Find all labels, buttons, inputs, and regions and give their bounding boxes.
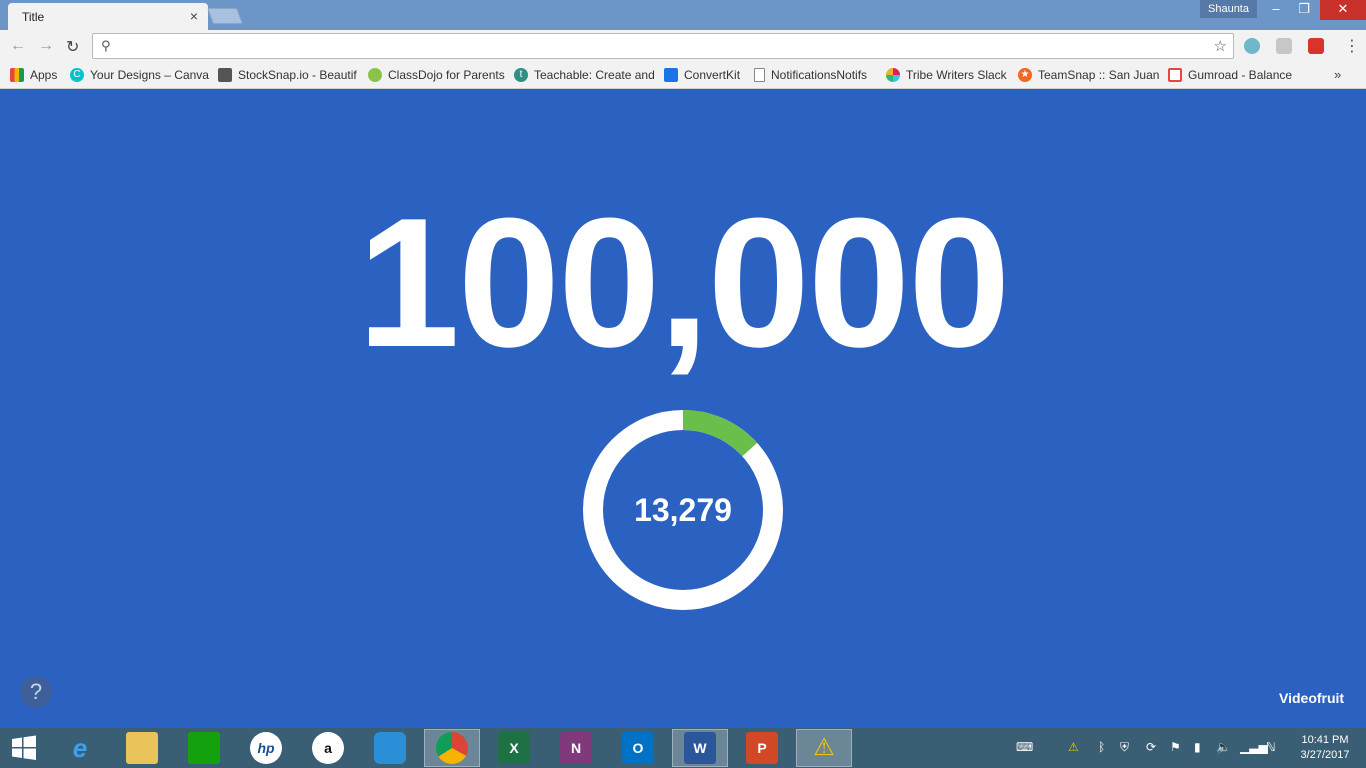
browser-toolbar: ← → ↻ ⚲ ☆ ⋮: [0, 30, 1366, 62]
bookmark-label: Tribe Writers Slack: [906, 68, 1007, 82]
bookmarks-bar: Apps C Your Designs – Canva StockSnap.io…: [0, 62, 1366, 89]
network-icon[interactable]: ▁▃▅: [1240, 740, 1268, 754]
bookmark-classdojo[interactable]: ClassDojo for Parents: [368, 68, 505, 82]
bookmark-notifications[interactable]: NotificationsNotifs: [754, 68, 867, 82]
input-method-icon[interactable]: ℕ: [1266, 740, 1276, 754]
new-tab-button[interactable]: [207, 8, 243, 24]
bookmark-teamsnap[interactable]: ★ TeamSnap :: San Juan: [1018, 68, 1159, 82]
internet-explorer-icon[interactable]: e: [64, 732, 96, 764]
search-icon: ⚲: [101, 38, 111, 53]
back-button[interactable]: ←: [10, 37, 26, 55]
file-explorer-icon[interactable]: [126, 732, 158, 764]
forward-button[interactable]: →: [38, 37, 54, 55]
browser-title-bar: Title × Shaunta – ❐ ✕: [0, 0, 1366, 30]
bookmark-label: Your Designs – Canva: [90, 68, 209, 82]
flag-icon[interactable]: ⚑: [1170, 740, 1181, 754]
bookmark-stocksnap[interactable]: StockSnap.io - Beautif: [218, 68, 357, 82]
battery-icon[interactable]: ▮: [1194, 740, 1201, 754]
help-button[interactable]: ?: [20, 676, 52, 708]
word-icon[interactable]: W: [684, 732, 716, 764]
classdojo-icon: [368, 68, 382, 82]
bookmark-label: StockSnap.io - Beautif: [238, 68, 357, 82]
browser-tab[interactable]: Title ×: [8, 3, 208, 30]
extension-check-icon[interactable]: [1308, 38, 1324, 54]
update-alert-icon[interactable]: ⚠: [1068, 740, 1079, 754]
bookmark-apps[interactable]: Apps: [10, 68, 57, 82]
warning-icon[interactable]: ⚠: [808, 732, 840, 764]
browser-menu-icon[interactable]: ⋮: [1344, 36, 1360, 56]
mail-icon: [664, 68, 678, 82]
windows-start-icon[interactable]: [8, 732, 40, 764]
close-window-button[interactable]: ✕: [1320, 0, 1366, 20]
bookmark-label: Teachable: Create and: [534, 68, 655, 82]
address-bar[interactable]: ⚲ ☆: [92, 33, 1234, 59]
bookmark-label: TeamSnap :: San Juan: [1038, 68, 1160, 82]
bookmark-star-icon[interactable]: ☆: [1214, 37, 1227, 55]
onenote-icon[interactable]: N: [560, 732, 592, 764]
security-icon[interactable]: ⛨: [1120, 740, 1129, 755]
extension-square-icon[interactable]: [1276, 38, 1292, 54]
windows-taskbar: e hp a X N O W P ⚠ ⌨ ⚠ ᛒ ⛨ ⟳ ⚑ ▮ 🔈 ▁▃▅ ℕ…: [0, 728, 1366, 768]
goal-number: 100,000: [357, 179, 1010, 385]
powerpoint-icon[interactable]: P: [746, 732, 778, 764]
bluetooth-icon[interactable]: ᛒ: [1098, 740, 1105, 754]
bookmarks-overflow-icon[interactable]: »: [1334, 67, 1341, 82]
bookmark-teachable[interactable]: t Teachable: Create and: [514, 68, 655, 82]
bookmark-convertkit[interactable]: ConvertKit: [664, 68, 740, 82]
bookmark-label: NotificationsNotifs: [771, 68, 868, 82]
keyboard-icon[interactable]: ⌨: [1016, 740, 1033, 754]
page-icon: [754, 68, 765, 82]
minimize-button[interactable]: –: [1262, 0, 1290, 20]
chrome-icon[interactable]: [436, 732, 468, 764]
extension-octopus-icon[interactable]: [1244, 38, 1260, 54]
sync-icon[interactable]: ⟳: [1146, 740, 1156, 754]
clock-date: 3/27/2017: [1300, 749, 1350, 761]
reload-button[interactable]: ↻: [66, 37, 79, 57]
bookmark-slack[interactable]: Tribe Writers Slack: [886, 68, 1007, 82]
bookmark-label: Gumroad - Balance: [1188, 68, 1293, 82]
tab-title: Title: [22, 10, 45, 24]
slack-icon: [886, 68, 900, 82]
cloud-drive-icon[interactable]: [374, 732, 406, 764]
clock-time: 10:41 PM: [1301, 734, 1349, 746]
outlook-icon[interactable]: O: [622, 732, 654, 764]
bookmark-gumroad[interactable]: Gumroad - Balance: [1168, 68, 1292, 82]
taskbar-clock[interactable]: 10:41 PM 3/27/2017: [1290, 733, 1360, 763]
hp-icon[interactable]: hp: [250, 732, 282, 764]
store-icon[interactable]: [188, 732, 220, 764]
gumroad-icon: [1168, 68, 1182, 82]
excel-icon[interactable]: X: [498, 732, 530, 764]
teachable-icon: t: [514, 68, 528, 82]
profile-button[interactable]: Shaunta: [1200, 0, 1257, 18]
camera-icon: [218, 68, 232, 82]
bookmark-canva[interactable]: C Your Designs – Canva: [70, 68, 209, 82]
bookmark-label: Apps: [30, 68, 58, 82]
apps-grid-icon: [10, 68, 24, 82]
canva-icon: C: [70, 68, 84, 82]
bookmark-label: ConvertKit: [684, 68, 741, 82]
tab-close-icon[interactable]: ×: [190, 8, 198, 24]
current-count: 13,279: [634, 492, 732, 528]
bookmark-label: ClassDojo for Parents: [388, 68, 505, 82]
restore-button[interactable]: ❐: [1290, 0, 1318, 20]
teamsnap-icon: ★: [1018, 68, 1032, 82]
brand-link[interactable]: Videofruit: [1279, 690, 1344, 706]
volume-icon[interactable]: 🔈: [1216, 740, 1231, 754]
amazon-icon[interactable]: a: [312, 732, 344, 764]
